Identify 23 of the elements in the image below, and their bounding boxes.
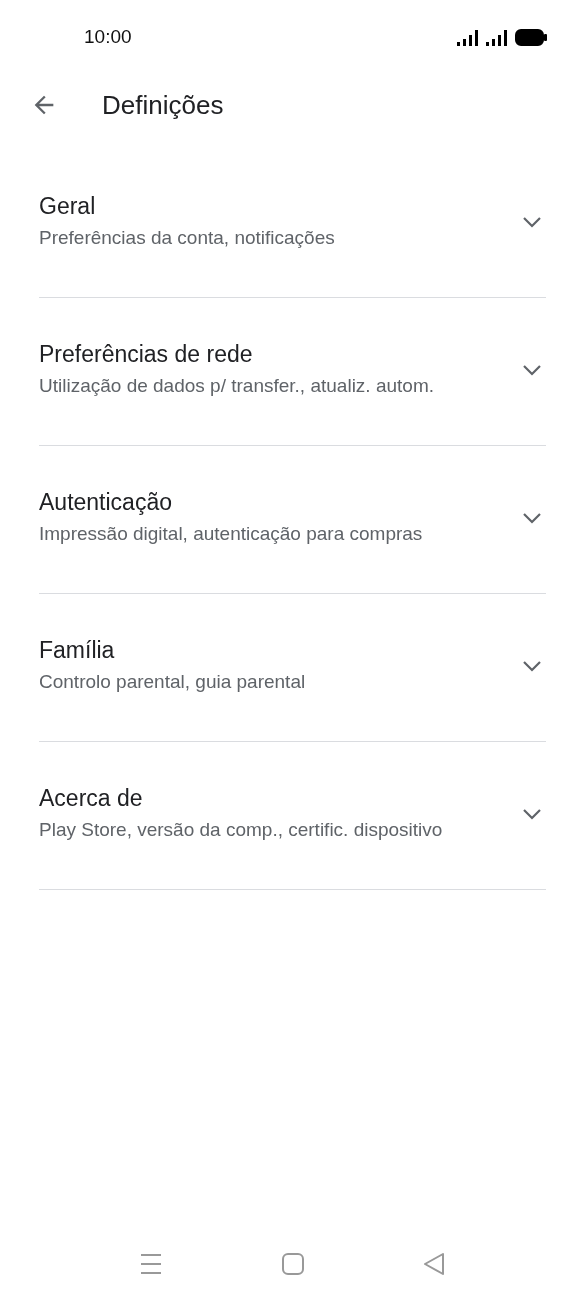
section-title: Autenticação (39, 488, 173, 517)
section-title: Acerca de (39, 784, 144, 813)
status-time: 10:00 (84, 25, 132, 50)
section-title: Preferências de rede (39, 340, 254, 369)
settings-section[interactable]: Autenticação Impressão digital, autenticação para compras (39, 446, 546, 594)
settings-section[interactable]: Preferências de rede Utilização de dados p/ transfer., atualiz. autom. (39, 298, 546, 446)
section-title: Família (39, 636, 116, 665)
signal-icon (486, 29, 507, 46)
section-subtitle: Preferências da conta, notificações (39, 226, 335, 250)
section-subtitle: Impressão digital, autenticação para compras (39, 522, 423, 546)
settings-section[interactable]: Geral Preferências da conta, notificações (39, 150, 546, 298)
section-subtitle: Controlo parental, guia parental (39, 670, 306, 694)
back-icon[interactable] (423, 1253, 445, 1275)
signal-icon (457, 29, 478, 46)
section-subtitle: Utilização de dados p/ transfer., atualiz. autom. (39, 374, 434, 398)
section-subtitle: Play Store, versão da comp., certific. dispositivo (39, 818, 443, 842)
page-title: Definições (102, 88, 224, 122)
menu-icon[interactable] (140, 1253, 162, 1275)
settings-section[interactable]: Acerca de Play Store, versão da comp., certific. dispositivo (39, 742, 546, 890)
battery-icon (515, 29, 547, 46)
settings-section[interactable]: Família Controlo parental, guia parental (39, 594, 546, 742)
section-title: Geral (39, 192, 97, 221)
home-icon[interactable] (281, 1253, 304, 1275)
